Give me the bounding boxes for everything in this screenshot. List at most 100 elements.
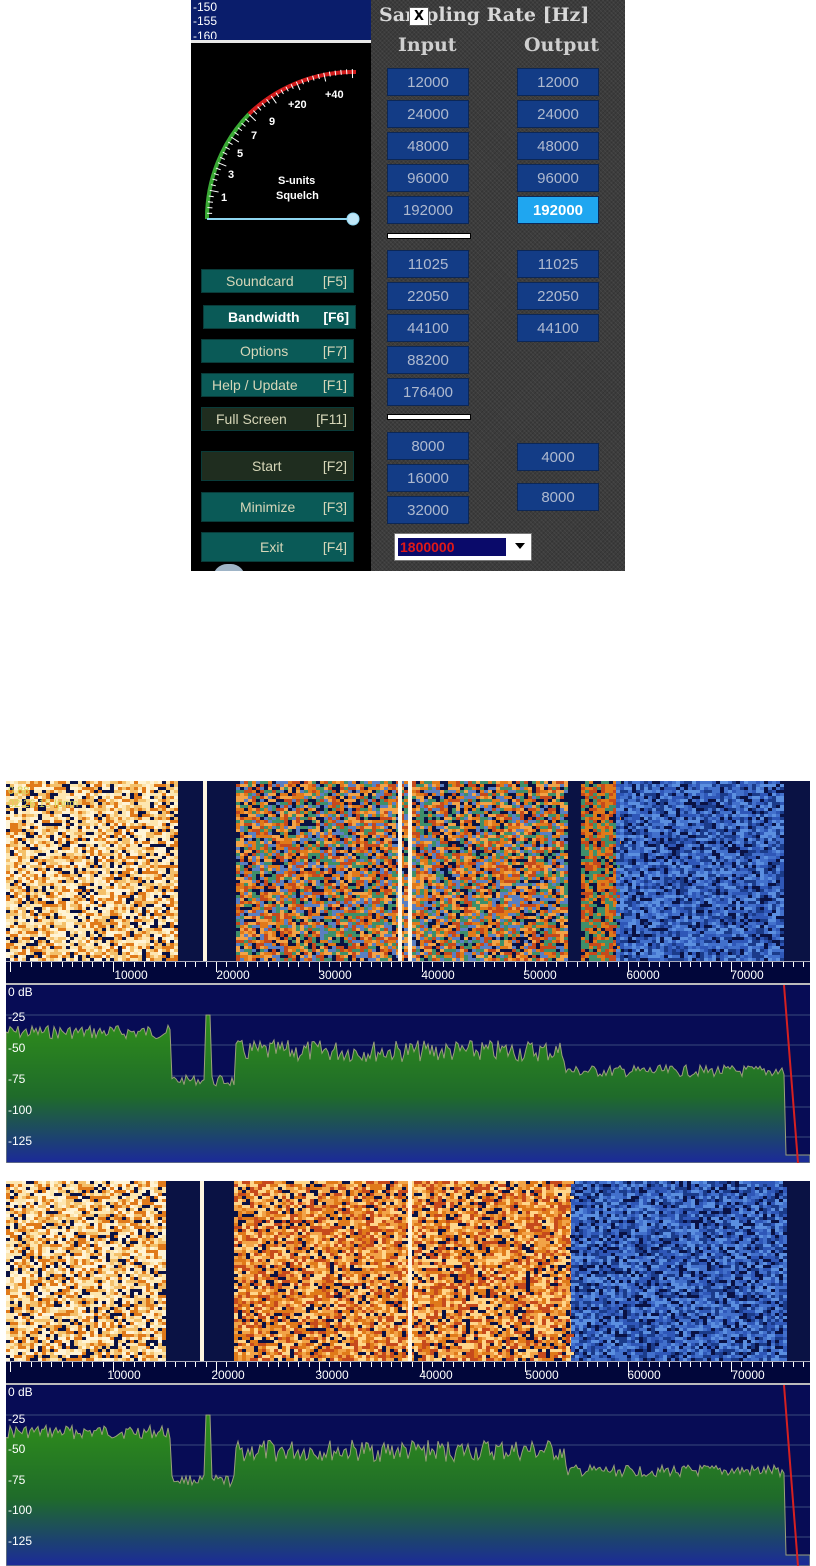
ruler-tick [710, 962, 712, 967]
db-axis-label: -100 [8, 1103, 33, 1117]
divider [191, 40, 371, 43]
s-label-plus40: +40 [325, 89, 344, 101]
ruler-tick [277, 962, 279, 967]
full-screen-button[interactable]: Full Screen [F11] [201, 407, 354, 431]
input-rate-button[interactable]: 44100 [387, 314, 469, 342]
ruler-tick [792, 1362, 794, 1367]
output-rate-button[interactable]: 24000 [517, 100, 599, 128]
output-rate-button-selected[interactable]: 192000 [517, 196, 599, 224]
ruler-tick [257, 962, 259, 967]
button-shortcut: [F6] [323, 309, 349, 325]
ruler-tick [669, 1362, 671, 1367]
output-rate-button[interactable]: 22050 [517, 282, 599, 310]
ruler-tick [123, 1362, 125, 1367]
ruler-tick [102, 962, 104, 967]
input-rate-button[interactable]: 48000 [387, 132, 469, 160]
ruler-tick [226, 1362, 228, 1367]
spectrum-panel-bottom: 10000 20000 30000 40000 50000 60000 7000… [6, 1181, 810, 1566]
output-rate-button[interactable]: 44100 [517, 314, 599, 342]
ruler-tick [535, 962, 537, 967]
output-rate-button[interactable]: 8000 [517, 483, 599, 511]
output-rate-button[interactable]: 12000 [517, 68, 599, 96]
spectrum-plot[interactable]: 0 dB -25 -50 -75 -100 -125 [6, 985, 810, 1163]
waterfall-display[interactable] [6, 1181, 810, 1361]
ruler-tick [391, 962, 393, 967]
waterfall-display[interactable]: 0.88 02:26:15 Ipnm [6, 781, 810, 961]
db-axis-label: -25 [8, 1010, 26, 1024]
button-label: Help / Update [212, 377, 298, 393]
bandwidth-button[interactable]: Bandwidth [F6] [203, 305, 356, 329]
close-button[interactable]: X [409, 7, 429, 26]
ruler-tick [308, 1362, 310, 1367]
ruler-tick [298, 1362, 300, 1367]
db-label: -155 [193, 14, 218, 28]
freq-tick-label: 30000 [318, 968, 352, 982]
ruler-tick [360, 1362, 362, 1367]
minimize-button[interactable]: Minimize [F3] [201, 492, 354, 522]
ruler-tick [411, 962, 413, 967]
input-rate-button[interactable]: 22050 [387, 282, 469, 310]
ruler-tick [329, 962, 331, 967]
ruler-tick [700, 1362, 702, 1367]
ruler-tick [442, 962, 444, 967]
freq-tick-label: 10000 [107, 1368, 141, 1382]
input-rate-button[interactable]: 192000 [387, 196, 469, 224]
ruler-tick [370, 962, 372, 967]
ruler-tick [349, 962, 351, 967]
ruler-tick [772, 962, 774, 967]
output-rate-button[interactable]: 4000 [517, 443, 599, 471]
ruler-tick [288, 962, 290, 967]
input-rate-button[interactable]: 88200 [387, 346, 469, 374]
ruler-tick [102, 1362, 104, 1367]
button-label: Soundcard [226, 273, 294, 289]
ruler-tick [586, 962, 588, 967]
input-rate-button[interactable]: 8000 [387, 432, 469, 460]
db-label: -160 [193, 30, 218, 39]
exit-button[interactable]: Exit [F4] [201, 532, 354, 562]
ruler-tick [133, 962, 135, 967]
input-rate-button[interactable]: 11025 [387, 250, 469, 278]
freq-tick-label: 70000 [730, 968, 764, 982]
ruler-tick [648, 1362, 650, 1367]
input-rate-button[interactable]: 96000 [387, 164, 469, 192]
freq-tick-label: 60000 [627, 1368, 661, 1382]
ruler-tick [617, 1362, 619, 1367]
ruler-tick [154, 962, 156, 967]
ruler-tick [494, 1362, 496, 1367]
squelch-slider-handle[interactable] [346, 212, 360, 226]
s-label-7: 7 [251, 130, 258, 142]
soundcard-button[interactable]: Soundcard [F5] [201, 269, 354, 293]
output-rate-button[interactable]: 96000 [517, 164, 599, 192]
options-button[interactable]: Options [F7] [201, 339, 354, 363]
ruler-tick [597, 1362, 599, 1367]
ruler-tick [380, 1362, 382, 1367]
input-rate-button[interactable]: 24000 [387, 100, 469, 128]
ruler-tick [174, 1362, 176, 1367]
ruler-tick [30, 962, 32, 967]
ruler-tick [329, 1362, 331, 1367]
custom-rate-value: 1800000 [398, 538, 506, 556]
s-meter-caption: S-units [278, 175, 316, 187]
ruler-tick [185, 1362, 187, 1367]
input-rate-button[interactable]: 16000 [387, 464, 469, 492]
ruler-tick [504, 962, 506, 967]
ruler-tick [452, 962, 454, 967]
chevron-down-icon[interactable] [515, 543, 525, 549]
input-rate-button[interactable]: 176400 [387, 378, 469, 406]
ruler-tick [782, 1362, 784, 1367]
ruler-tick [71, 962, 73, 967]
spectrum-plot[interactable]: 0 dB -25 -50 -75 -100 -125 [6, 1385, 810, 1566]
help-update-button[interactable]: Help / Update [F1] [201, 373, 354, 397]
start-button[interactable]: Start [F2] [201, 451, 354, 481]
ruler-tick [339, 1362, 341, 1367]
ruler-tick [205, 1362, 207, 1367]
ruler-tick [92, 962, 94, 967]
ruler-tick [246, 1362, 248, 1367]
db-axis-label: -75 [8, 1473, 26, 1487]
input-rate-button[interactable]: 32000 [387, 496, 469, 524]
ruler-tick [391, 1362, 393, 1367]
output-rate-button[interactable]: 48000 [517, 132, 599, 160]
custom-rate-select[interactable]: 1800000 [394, 533, 532, 561]
input-rate-button[interactable]: 12000 [387, 68, 469, 96]
output-rate-button[interactable]: 11025 [517, 250, 599, 278]
